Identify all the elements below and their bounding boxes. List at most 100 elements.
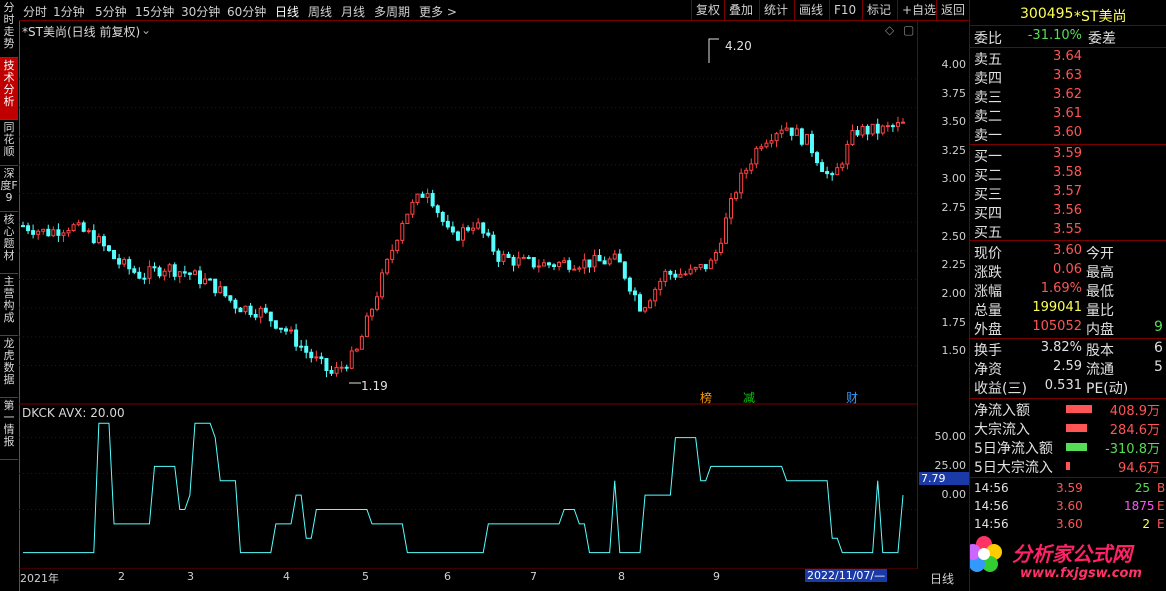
toolbar-zixuan-button[interactable]: +自选 <box>897 0 940 20</box>
event-marker-cai[interactable]: 财 <box>846 389 858 406</box>
candle-body <box>496 250 501 262</box>
tick-time: 14:56 <box>974 499 1009 513</box>
stat-value: 199041 <box>1032 300 1082 315</box>
period-tab-30min[interactable]: 30分钟 <box>181 3 220 20</box>
stat-row[interactable]: 总量 199041 量比 <box>974 300 1164 319</box>
diamond-icon[interactable]: ◇ <box>885 23 894 37</box>
period-tab-fenshi[interactable]: 分时 <box>23 3 47 20</box>
toolbar-fanhui-button[interactable]: 返回 <box>936 0 969 20</box>
candle-body <box>774 133 779 142</box>
x-label-mar: 3 <box>187 570 194 583</box>
period-tab-1min[interactable]: 1分钟 <box>53 3 85 20</box>
event-marker-bang[interactable]: 榜 <box>700 389 712 406</box>
tick-row[interactable]: 14:56 3.60 1875 E <box>974 499 1165 517</box>
stat-row[interactable]: 涨幅 1.69% 最低 <box>974 281 1164 300</box>
side-tab-fenshi[interactable]: 分时走势 <box>0 0 18 58</box>
candle-body <box>663 270 668 282</box>
ask-row[interactable]: 卖一 3.60 <box>974 125 1164 144</box>
ask-price: 3.62 <box>1053 87 1082 102</box>
stat2-row[interactable]: 净资 2.59 流通 5 <box>974 359 1164 378</box>
stat-row[interactable]: 涨跌 0.06 最高 <box>974 262 1164 281</box>
stat-row[interactable]: 外盘 105052 内盘 9 <box>974 319 1164 338</box>
flow-row[interactable]: 净流入额 408.9万 <box>974 400 1164 419</box>
side-tab-shendu[interactable]: 深度F9 <box>0 166 18 212</box>
stat2-row[interactable]: 收益(三) 0.531 PE(动) <box>974 378 1164 397</box>
toolbar-fuquan-button[interactable]: 复权 <box>691 0 724 20</box>
candle-body <box>289 329 294 332</box>
chart-title: *ST美尚(日线 前复权) <box>22 25 141 39</box>
chart-area[interactable]: *ST美尚(日线 前复权) ⌄ ◇ ▢ 4.20 1.19 榜 减 财 DKCK… <box>19 21 917 585</box>
x-label-jan: 2021年 <box>20 572 59 585</box>
candle-body <box>152 266 157 269</box>
side-tab-longhu[interactable]: 龙虎数据 <box>0 336 18 398</box>
period-tab-day[interactable]: 日线 <box>275 3 299 20</box>
candle-body <box>643 307 648 312</box>
period-tab-week[interactable]: 周线 <box>308 3 332 20</box>
side-tab-hexin[interactable]: 核心题材 <box>0 212 18 274</box>
candle-body <box>749 163 754 171</box>
window-icon[interactable]: ▢ <box>903 23 914 37</box>
candle-body <box>511 256 516 266</box>
ask-row[interactable]: 卖四 3.63 <box>974 68 1164 87</box>
period-tab-multi[interactable]: 多周期 <box>374 3 410 20</box>
candle-body <box>329 369 334 374</box>
ask-row[interactable]: 卖五 3.64 <box>974 49 1164 68</box>
toolbar-huaxian-button[interactable]: 画线 <box>794 0 827 20</box>
side-tab-zhuying[interactable]: 主营构成 <box>0 274 18 336</box>
toolbar-tongji-button[interactable]: 统计 <box>759 0 792 20</box>
indicator-title: DKCK AVX: 20.00 <box>22 406 125 420</box>
candle-body <box>26 225 31 232</box>
stat-row[interactable]: 现价 3.60 今开 <box>974 243 1164 262</box>
candle-body <box>268 311 273 322</box>
tick-time: 14:56 <box>974 481 1009 495</box>
flow-value: 408.9万 <box>1109 404 1160 419</box>
flow-row[interactable]: 大宗流入 284.6万 <box>974 419 1164 438</box>
bid-row[interactable]: 买二 3.58 <box>974 165 1164 184</box>
stat2-value: 0.531 <box>1044 378 1082 393</box>
toolbar-diejia-button[interactable]: 叠加 <box>724 0 757 20</box>
candle-body <box>658 280 663 290</box>
candle-body <box>324 358 329 371</box>
bid-row[interactable]: 买五 3.55 <box>974 222 1164 241</box>
period-tab-5min[interactable]: 5分钟 <box>95 3 127 20</box>
candle-body <box>455 231 460 241</box>
high-pointer <box>708 38 719 63</box>
bid-row[interactable]: 买四 3.56 <box>974 203 1164 222</box>
candle-body <box>198 270 203 285</box>
flow-row[interactable]: 5日大宗流入 94.6万 <box>974 457 1164 476</box>
side-tab-jishu[interactable]: 技术分析 <box>0 58 18 120</box>
candle-body <box>653 288 658 302</box>
chevron-down-icon[interactable]: ⌄ <box>141 23 151 37</box>
flow-row[interactable]: 5日净流入额 -310.8万 <box>974 438 1164 457</box>
candle-body <box>157 267 162 277</box>
event-marker-jian[interactable]: 减 <box>743 389 755 406</box>
candle-body <box>36 230 41 235</box>
candle-body <box>698 264 703 268</box>
side-tab-diyi[interactable]: 第一情报 <box>0 398 18 460</box>
stat2-row[interactable]: 换手 3.82% 股本 6 <box>974 340 1164 359</box>
period-tab-month[interactable]: 月线 <box>341 3 365 20</box>
period-tab-60min[interactable]: 60分钟 <box>227 3 266 20</box>
ask-row[interactable]: 卖二 3.61 <box>974 106 1164 125</box>
candle-body <box>638 294 643 312</box>
toolbar-biaoji-button[interactable]: 标记 <box>862 0 895 20</box>
candle-body <box>218 286 223 294</box>
ask-row[interactable]: 卖三 3.62 <box>974 87 1164 106</box>
candle-body <box>557 261 562 267</box>
toolbar-f10-button[interactable]: F10 <box>829 0 860 20</box>
period-tab-15min[interactable]: 15分钟 <box>135 3 174 20</box>
candle-body <box>425 193 430 198</box>
candle-body <box>167 264 172 272</box>
tick-row[interactable]: 14:56 3.59 25 B <box>974 481 1165 499</box>
side-tab-tonghuashun[interactable]: 同花顺 <box>0 120 18 166</box>
period-tab-more[interactable]: 更多 > <box>419 3 457 20</box>
candle-body <box>901 121 905 124</box>
candle-body <box>21 225 25 228</box>
kline-chart[interactable] <box>19 21 917 569</box>
bid-row[interactable]: 买三 3.57 <box>974 184 1164 203</box>
candle-body <box>142 277 147 280</box>
y-tick: 2.75 <box>941 201 967 214</box>
candle-body <box>506 253 511 258</box>
bid-row[interactable]: 买一 3.59 <box>974 146 1164 165</box>
weibi-value: -31.10% <box>1027 28 1082 43</box>
